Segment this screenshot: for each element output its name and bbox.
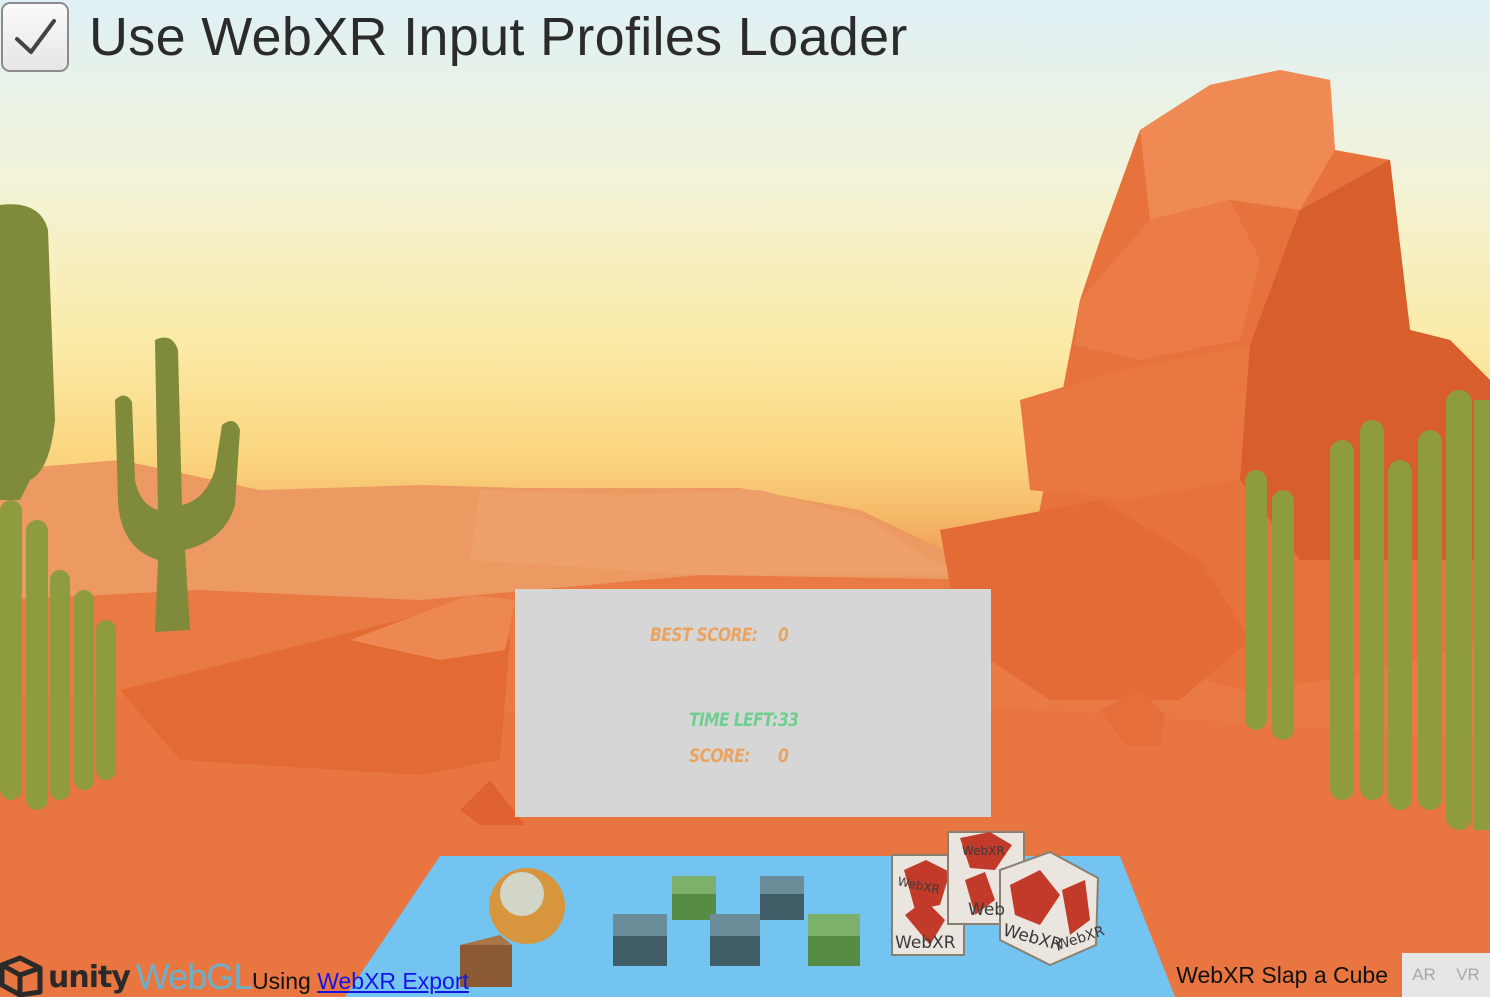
- cube: [760, 876, 804, 920]
- mesa-face: [1075, 200, 1260, 360]
- vr-button[interactable]: VR: [1446, 953, 1490, 997]
- using-prefix: Using: [252, 968, 318, 994]
- cube: [710, 914, 760, 966]
- chrome-ball-highlight: [500, 872, 544, 916]
- best-score-label: BEST SCORE:: [650, 624, 758, 646]
- time-left-value: 33: [778, 709, 799, 731]
- app-title: WebXR Slap a Cube: [1176, 962, 1388, 988]
- ar-button[interactable]: AR: [1402, 953, 1446, 997]
- cube: [672, 876, 716, 920]
- webgl-wordmark: WebGL: [135, 956, 253, 997]
- unity-wordmark: unity: [48, 959, 131, 995]
- mesa-face: [1020, 345, 1250, 500]
- input-profiles-label: Use WebXR Input Profiles Loader: [89, 7, 908, 67]
- cube: [613, 914, 667, 966]
- score-label: SCORE:: [689, 745, 750, 767]
- score-value: 0: [778, 745, 789, 767]
- cube: [808, 914, 860, 966]
- input-profiles-checkbox[interactable]: [1, 2, 69, 72]
- footer-left: unity WebGL Using WebXR Export: [0, 951, 470, 997]
- unity-webgl-logo: unity WebGL: [0, 956, 253, 997]
- using-text: Using WebXR Export: [252, 968, 469, 995]
- webgl-canvas[interactable]: WebXR Web WebXR WebXR WebXR WebXR Use We…: [0, 0, 1490, 997]
- cube-label: WebXR: [962, 844, 1005, 858]
- input-profiles-toggle[interactable]: Use WebXR Input Profiles Loader: [0, 2, 908, 72]
- cube-label: Web: [968, 900, 1005, 920]
- cube-label: WebXR: [895, 933, 956, 953]
- xr-mode-buttons: AR VR: [1402, 953, 1490, 997]
- scoreboard-panel: BEST SCORE: 0 TIME LEFT: 33 SCORE: 0: [515, 589, 991, 817]
- time-left-label: TIME LEFT:: [689, 709, 778, 731]
- checkmark-icon: [15, 19, 56, 54]
- webxr-export-link[interactable]: WebXR Export: [317, 968, 469, 994]
- best-score-value: 0: [778, 624, 789, 646]
- desert-scene: WebXR Web WebXR WebXR WebXR WebXR: [0, 70, 1490, 997]
- mesa-face: [1140, 70, 1335, 220]
